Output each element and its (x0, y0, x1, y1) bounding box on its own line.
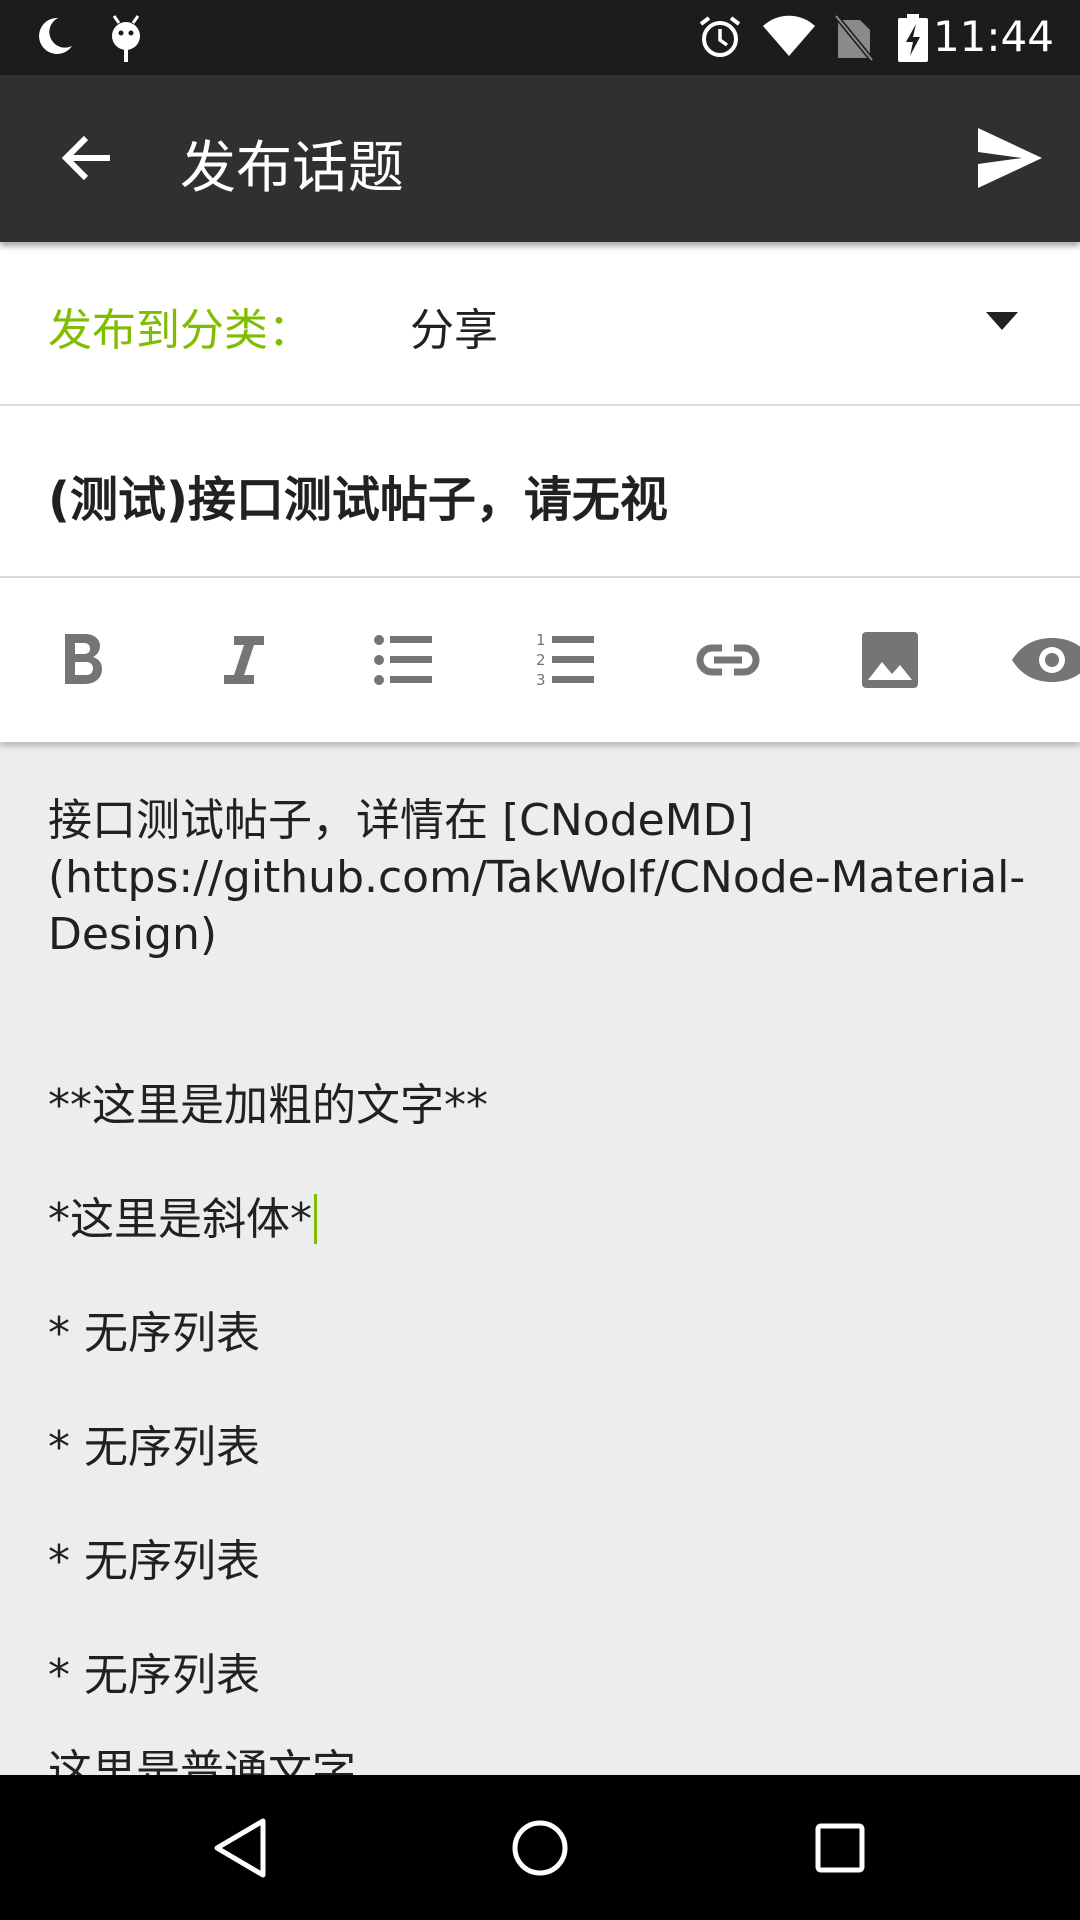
image-icon[interactable] (848, 618, 932, 702)
preview-eye-icon[interactable] (1010, 618, 1080, 702)
category-label: 发布到分类： (48, 305, 312, 356)
italic-icon[interactable] (200, 618, 284, 702)
nav-home-icon[interactable] (505, 1813, 575, 1883)
content-line: **这里是加粗的文字** (48, 1080, 488, 1131)
status-bar: 11:44 (0, 0, 1080, 75)
bold-icon[interactable] (40, 618, 124, 702)
dropdown-arrow-icon[interactable] (986, 312, 1018, 334)
svg-text:3: 3 (536, 671, 546, 689)
list-item: * 无序列表 (48, 1650, 260, 1701)
svg-text:2: 2 (536, 651, 546, 669)
battery-charging-icon (898, 14, 928, 66)
svg-text:1: 1 (536, 631, 546, 649)
content-line: 这里是普通文字 (48, 1746, 356, 1775)
list-item: * 无序列表 (48, 1308, 260, 1359)
nav-recents-icon[interactable] (805, 1813, 875, 1883)
format-toolbar: 1 2 3 (0, 578, 1080, 742)
nav-back-icon[interactable] (205, 1813, 275, 1883)
moon-icon (32, 14, 76, 62)
content-line: *这里是斜体* (48, 1194, 312, 1245)
content-line-with-cursor: *这里是斜体* (48, 1191, 1038, 1248)
wifi-icon (762, 14, 816, 62)
title-field[interactable]: (测试)接口测试帖子，请无视 (0, 406, 1080, 578)
content-text[interactable]: 接口测试帖子，详情在 [CNodeMD](https://github.com/… (48, 792, 1038, 1775)
status-time: 11:44 (932, 12, 1054, 61)
no-sim-icon (834, 14, 874, 66)
list-item: * 无序列表 (48, 1536, 260, 1587)
content-editor[interactable]: 接口测试帖子，详情在 [CNodeMD](https://github.com/… (0, 742, 1080, 1775)
numbered-list-icon[interactable]: 1 2 3 (524, 618, 608, 702)
category-selector[interactable]: 发布到分类： 分享 (0, 242, 1080, 406)
category-value[interactable]: 分享 (410, 294, 498, 358)
navigation-bar (0, 1775, 1080, 1920)
link-icon[interactable] (686, 618, 770, 702)
android-debug-icon (104, 14, 148, 68)
page-title: 发布话题 (180, 136, 404, 201)
text-cursor (314, 1194, 317, 1244)
back-arrow-icon[interactable] (58, 130, 114, 186)
list-item: * 无序列表 (48, 1422, 260, 1473)
app-toolbar: 发布话题 (0, 75, 1080, 242)
bulleted-list-icon[interactable] (362, 618, 446, 702)
title-input[interactable]: (测试)接口测试帖子，请无视 (48, 460, 668, 530)
content-line: 接口测试帖子，详情在 [CNodeMD](https://github.com/… (48, 795, 1026, 960)
send-icon[interactable] (976, 128, 1042, 188)
alarm-icon (697, 14, 743, 64)
